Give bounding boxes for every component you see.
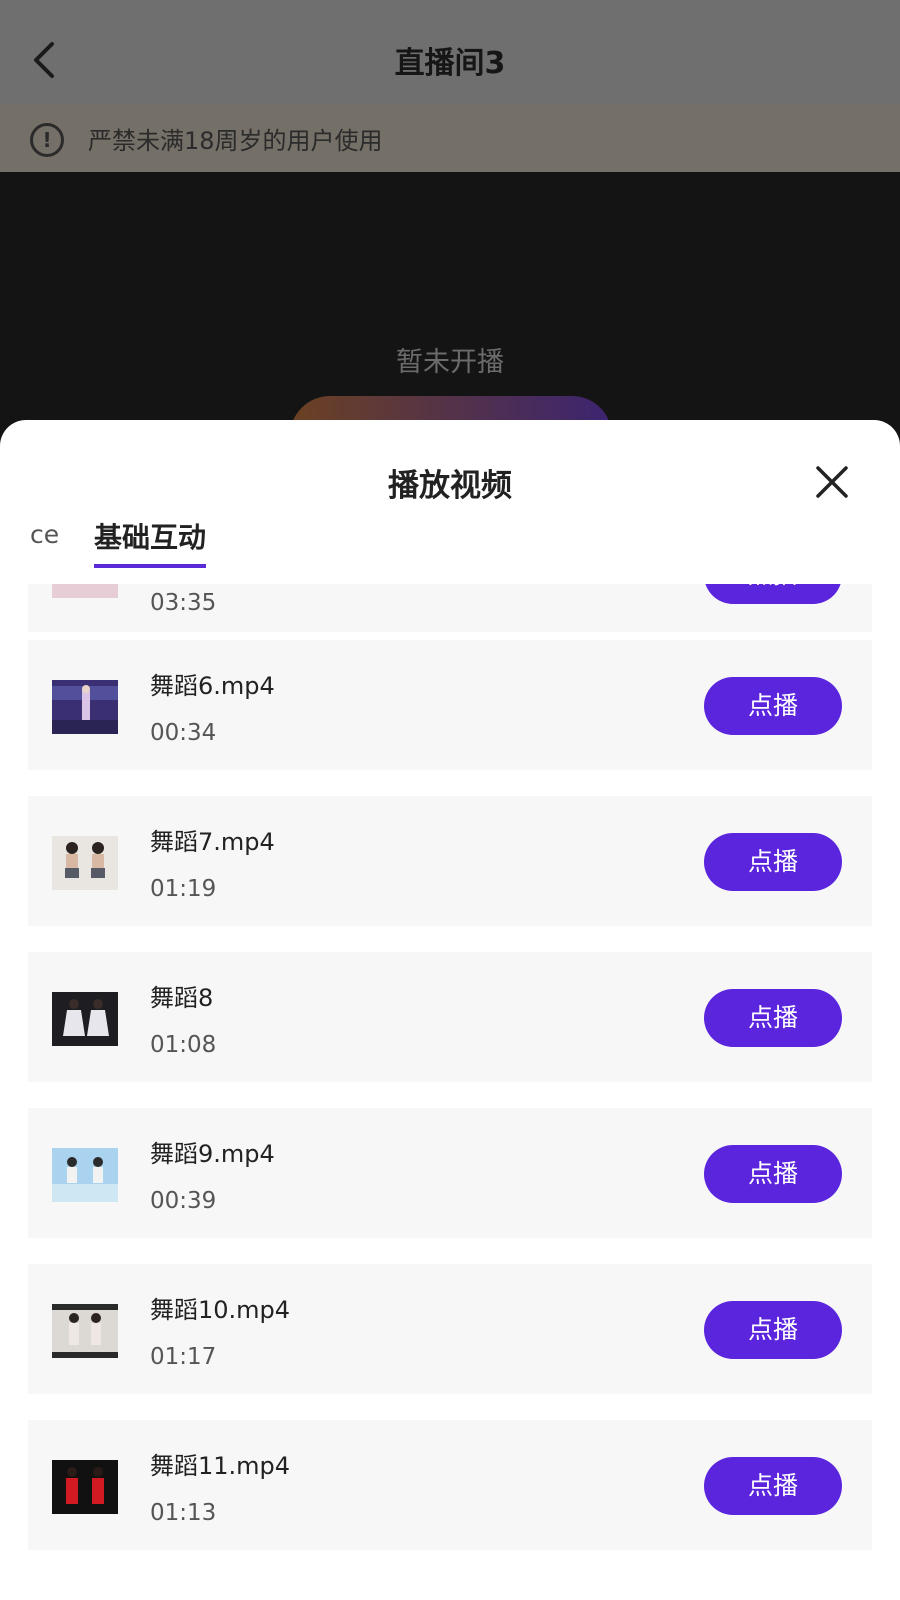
video-thumbnail <box>52 1304 118 1358</box>
exclamation-circle-icon <box>30 123 64 157</box>
top-app-bar: 直播间3 <box>0 0 900 104</box>
live-stage: 暂未开播 开始直播 <box>0 172 900 476</box>
video-thumbnail <box>52 680 118 734</box>
list-item: 03:35 点播 <box>28 584 872 632</box>
video-duration: 00:34 <box>150 720 217 746</box>
close-icon <box>816 466 848 498</box>
close-button[interactable] <box>812 462 852 502</box>
video-thumbnail <box>52 1148 118 1202</box>
play-button[interactable]: 点播 <box>704 584 842 604</box>
video-thumbnail <box>52 1460 118 1514</box>
video-duration: 01:08 <box>150 1032 217 1058</box>
video-duration: 01:19 <box>150 876 217 902</box>
video-name: 舞蹈7.mp4 <box>150 828 275 856</box>
video-list[interactable]: 03:35 点播 舞蹈6.mp4 00:34 点播 <box>0 584 900 1600</box>
play-button[interactable]: 点播 <box>704 677 842 735</box>
video-thumbnail <box>52 836 118 890</box>
tab-ce[interactable]: ce <box>30 520 59 549</box>
play-button[interactable]: 点播 <box>704 1301 842 1359</box>
age-notice-banner: 严禁未满18周岁的用户使用 <box>0 104 900 172</box>
sheet-title: 播放视频 <box>388 468 512 504</box>
video-name: 舞蹈9.mp4 <box>150 1140 275 1168</box>
list-item: 舞蹈7.mp4 01:19 点播 <box>28 796 872 926</box>
play-button[interactable]: 点播 <box>704 989 842 1047</box>
play-video-sheet: 播放视频 ce 基础互动 03:35 点播 舞蹈6. <box>0 420 900 1600</box>
video-name: 舞蹈10.mp4 <box>150 1296 291 1324</box>
stage-status-text: 暂未开播 <box>396 347 504 378</box>
play-button[interactable]: 点播 <box>704 1457 842 1515</box>
video-duration: 01:17 <box>150 1344 217 1370</box>
list-item: 舞蹈11.mp4 01:13 点播 <box>28 1420 872 1550</box>
play-button[interactable]: 点播 <box>704 833 842 891</box>
age-notice-text: 严禁未满18周岁的用户使用 <box>88 127 383 155</box>
video-name: 舞蹈6.mp4 <box>150 672 275 700</box>
list-item: 舞蹈6.mp4 00:34 点播 <box>28 640 872 770</box>
video-name: 舞蹈11.mp4 <box>150 1452 291 1480</box>
tab-basic-interaction[interactable]: 基础互动 <box>94 516 207 568</box>
list-item: 舞蹈8 01:08 点播 <box>28 952 872 1082</box>
video-thumbnail <box>52 584 118 598</box>
video-name: 舞蹈8 <box>150 984 214 1012</box>
list-item: 舞蹈10.mp4 01:17 点播 <box>28 1264 872 1394</box>
page-title: 直播间3 <box>394 46 506 81</box>
play-button[interactable]: 点播 <box>704 1145 842 1203</box>
video-duration: 03:35 <box>150 590 217 616</box>
video-duration: 00:39 <box>150 1188 217 1214</box>
list-item: 舞蹈9.mp4 00:39 点播 <box>28 1108 872 1238</box>
video-duration: 01:13 <box>150 1500 217 1526</box>
video-thumbnail <box>52 992 118 1046</box>
